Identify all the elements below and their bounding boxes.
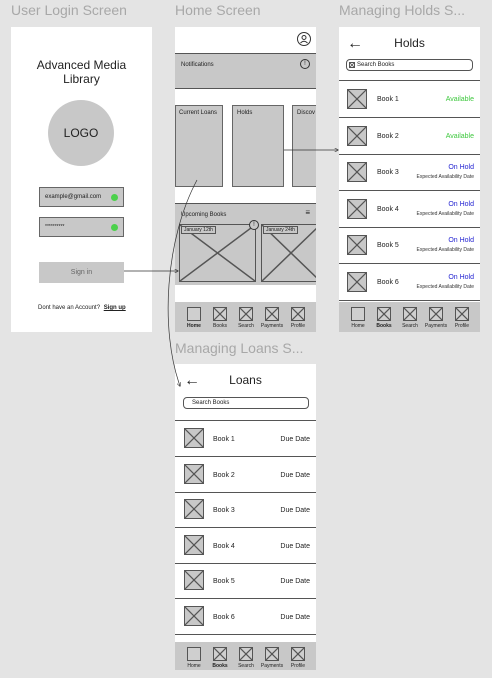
arrow-home-to-loans <box>167 179 198 386</box>
flow-arrows <box>123 0 492 678</box>
